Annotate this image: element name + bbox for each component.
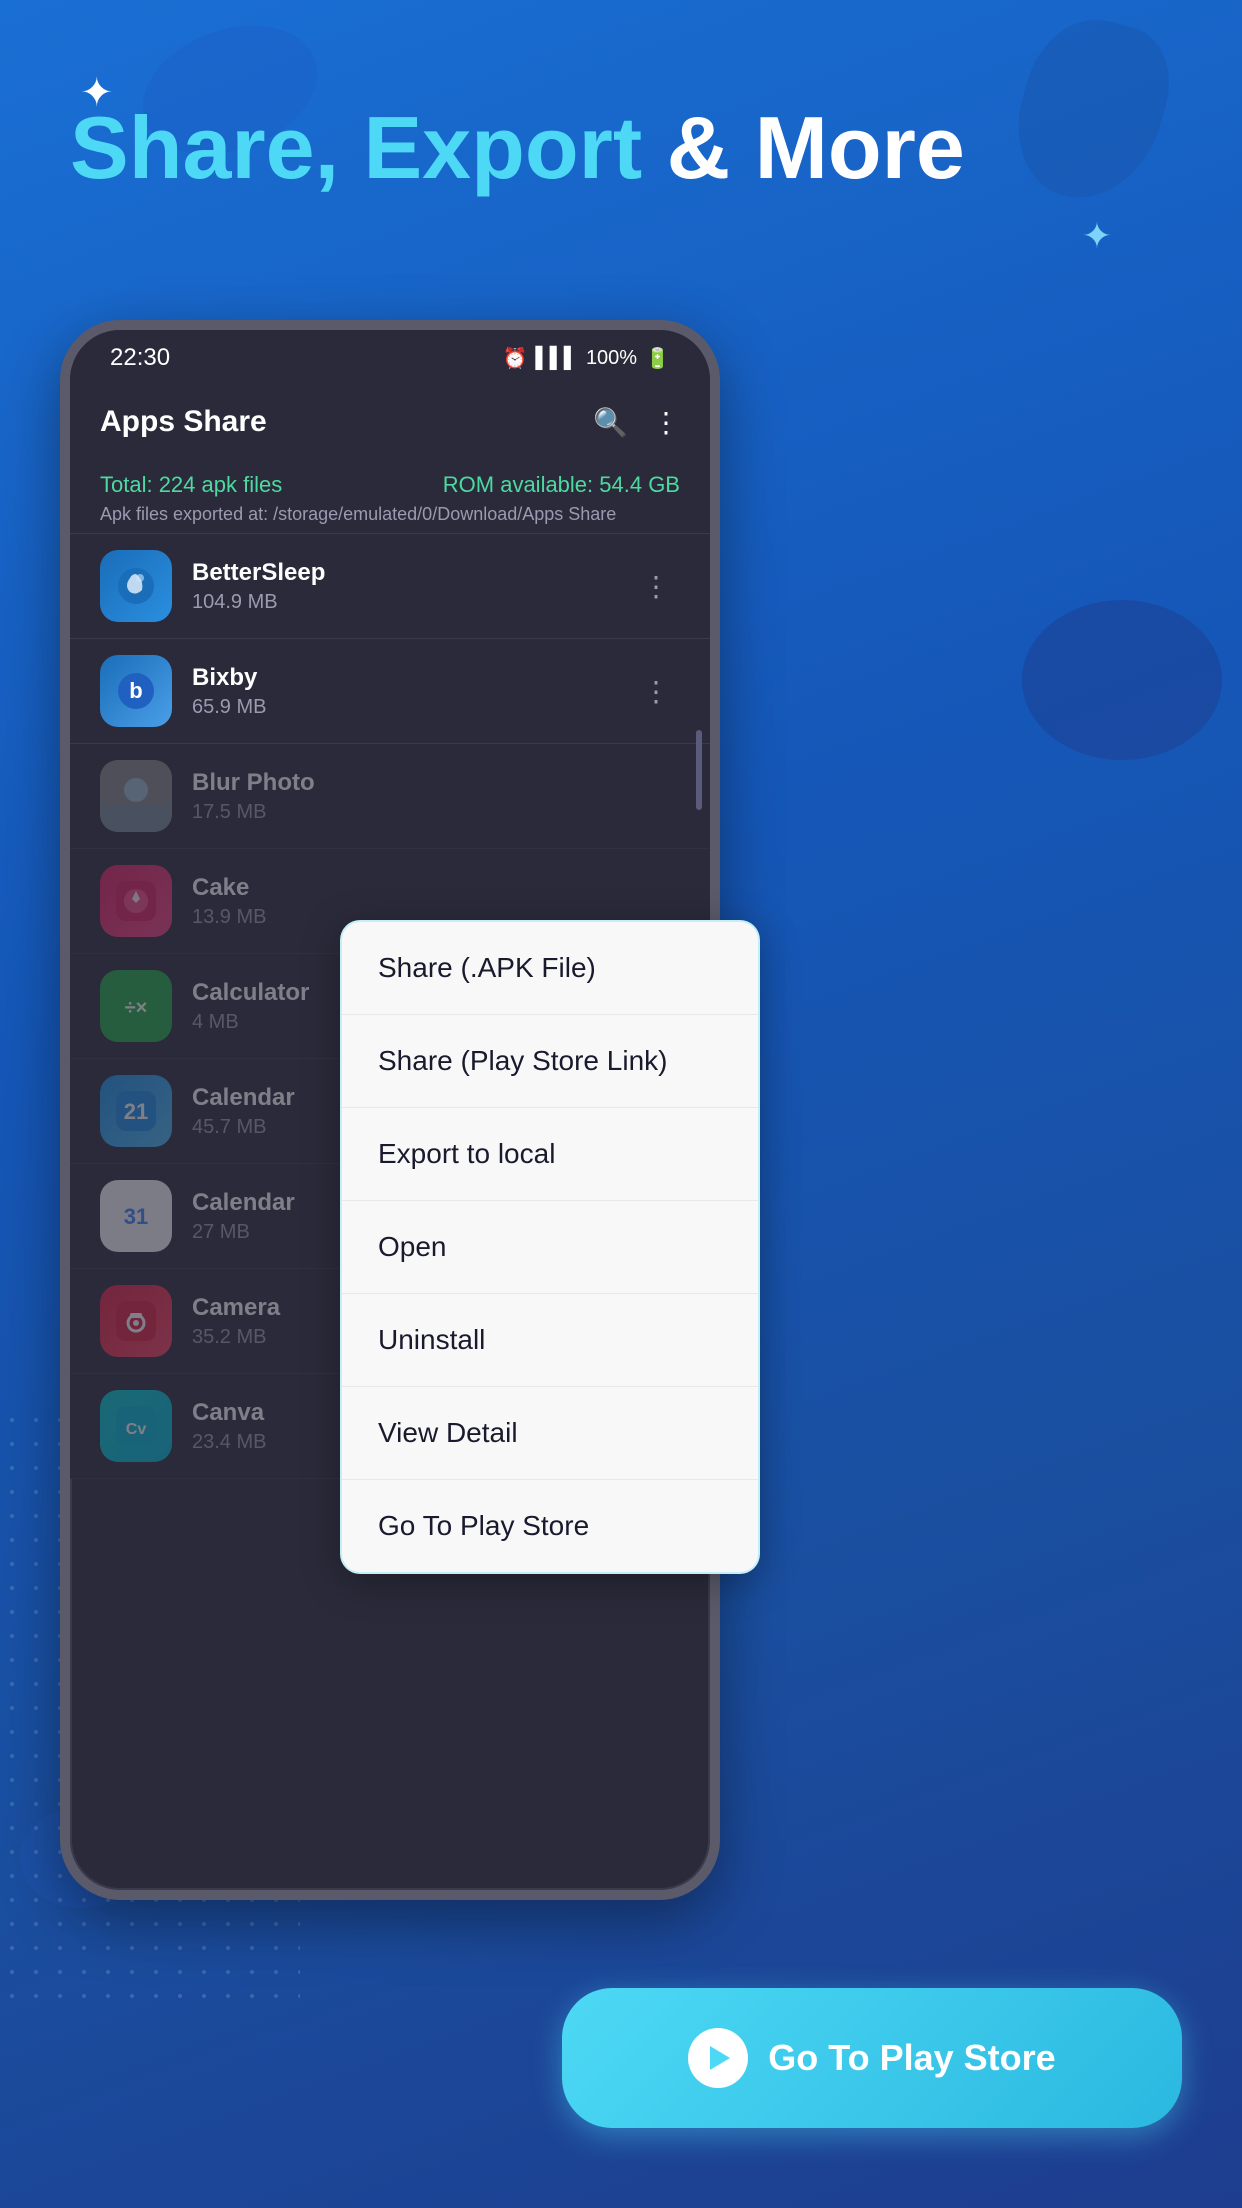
scrollbar <box>696 730 702 810</box>
app-size: 65.9 MB <box>192 696 632 719</box>
context-menu: Share (.APK File) Share (Play Store Link… <box>340 920 760 1574</box>
app-name: Cake <box>192 874 680 902</box>
app-info: Bixby 65.9 MB <box>192 664 632 719</box>
svg-text:b: b <box>129 678 142 703</box>
play-store-icon <box>688 2028 748 2088</box>
app-info: Blur Photo 17.5 MB <box>192 769 680 824</box>
cta-section: Go To Play Store <box>562 1988 1182 2128</box>
signal-icon: ▌▌▌ <box>535 347 578 370</box>
rom-available-label: ROM available: 54.4 GB <box>443 472 680 498</box>
app-size: 104.9 MB <box>192 591 632 614</box>
search-icon[interactable]: 🔍 <box>593 406 628 439</box>
stats-row: Total: 224 apk files ROM available: 54.4… <box>100 472 680 498</box>
sparkle-top-icon: ✦ <box>80 70 114 116</box>
total-apk-label: Total: 224 apk files <box>100 472 282 498</box>
stats-bar: Total: 224 apk files ROM available: 54.4… <box>70 458 710 534</box>
app-bar-title: Apps Share <box>100 405 267 439</box>
battery-text: 100% <box>586 347 637 370</box>
context-menu-item-go-to-play-store[interactable]: Go To Play Store <box>342 1480 758 1572</box>
app-menu-button[interactable]: ⋮ <box>632 560 680 613</box>
app-icon-calculator: ÷× <box>100 970 172 1042</box>
app-bar-icons: 🔍 ⋮ <box>593 406 680 439</box>
header-section: ✦ Share, Export & More ✦ <box>70 100 1172 197</box>
volume-up-button <box>712 530 720 610</box>
app-icon-blur <box>100 760 172 832</box>
app-size: 17.5 MB <box>192 801 680 824</box>
context-menu-item-open[interactable]: Open <box>342 1201 758 1294</box>
app-icon-cake <box>100 865 172 937</box>
svg-text:31: 31 <box>124 1204 148 1229</box>
status-time: 22:30 <box>110 344 170 372</box>
decorative-blob-3 <box>1022 600 1222 760</box>
list-item: BetterSleep 104.9 MB ⋮ <box>70 534 710 639</box>
status-bar: 22:30 ⏰ ▌▌▌ 100% 🔋 <box>70 330 710 386</box>
svg-text:21: 21 <box>124 1099 148 1124</box>
app-info: BetterSleep 104.9 MB <box>192 559 632 614</box>
list-item: Blur Photo 17.5 MB <box>70 744 710 849</box>
app-name: BetterSleep <box>192 559 632 587</box>
more-options-icon[interactable]: ⋮ <box>652 406 680 439</box>
header-cyan-text: Share, Export <box>70 98 642 197</box>
list-item: b Bixby 65.9 MB ⋮ <box>70 639 710 744</box>
app-name: Blur Photo <box>192 769 680 797</box>
svg-text:÷×: ÷× <box>125 997 148 1019</box>
cta-button-label: Go To Play Store <box>768 2037 1055 2079</box>
go-to-play-store-button[interactable]: Go To Play Store <box>562 1988 1182 2128</box>
context-menu-item-share-link[interactable]: Share (Play Store Link) <box>342 1015 758 1108</box>
context-menu-item-export[interactable]: Export to local <box>342 1108 758 1201</box>
app-icon-bettersleep <box>100 550 172 622</box>
header-white-text-2: & More <box>667 98 965 197</box>
app-icon-calendar2: 31 <box>100 1180 172 1252</box>
context-menu-item-view-detail[interactable]: View Detail <box>342 1387 758 1480</box>
svg-text:Cv: Cv <box>126 1421 147 1438</box>
app-icon-camera <box>100 1285 172 1357</box>
battery-icon: 🔋 <box>645 346 670 371</box>
sparkle-bottom-icon: ✦ <box>1082 215 1112 257</box>
app-name: Bixby <box>192 664 632 692</box>
phone-notch <box>360 386 420 410</box>
context-menu-item-uninstall[interactable]: Uninstall <box>342 1294 758 1387</box>
context-menu-item-share-apk[interactable]: Share (.APK File) <box>342 922 758 1015</box>
play-triangle <box>710 2046 730 2070</box>
phone-container: 22:30 ⏰ ▌▌▌ 100% 🔋 Apps Share 🔍 ⋮ Total:… <box>60 320 740 2020</box>
app-icon-bixby: b <box>100 655 172 727</box>
volume-down-button <box>712 630 720 710</box>
alarm-icon: ⏰ <box>503 346 528 371</box>
app-icon-calendar1: 21 <box>100 1075 172 1147</box>
export-path-label: Apk files exported at: /storage/emulated… <box>100 504 680 525</box>
header-title: Share, Export & More <box>70 100 1172 197</box>
app-menu-button[interactable]: ⋮ <box>632 665 680 718</box>
app-icon-canva: Cv <box>100 1390 172 1462</box>
status-icons: ⏰ ▌▌▌ 100% 🔋 <box>503 346 670 371</box>
